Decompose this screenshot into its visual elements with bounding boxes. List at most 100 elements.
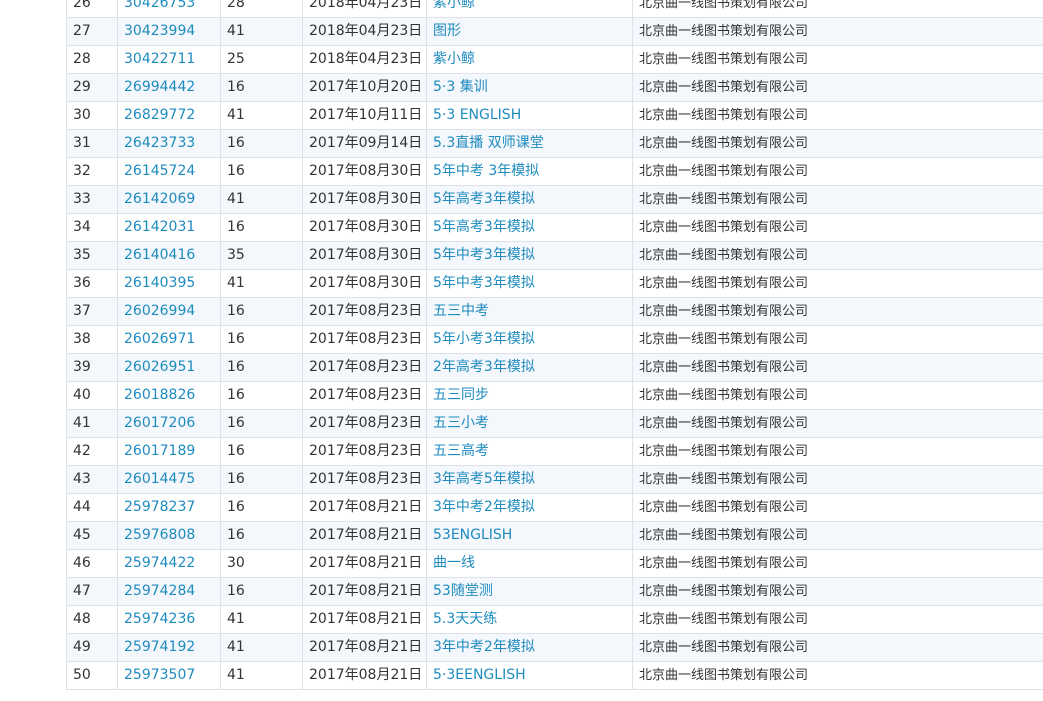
class-cell: 41 — [220, 185, 303, 214]
application-date-cell: 2018年04月23日 — [302, 17, 427, 46]
trademark-name-link[interactable]: 5年中考 3年模拟 — [433, 163, 539, 179]
trademark-name-link[interactable]: 53随堂测 — [433, 583, 493, 599]
registration-number-cell: 26994442 — [117, 73, 221, 102]
row-number: 39 — [66, 353, 118, 382]
registration-number-link[interactable]: 26026971 — [124, 331, 195, 347]
trademark-name-link[interactable]: 5.3天天练 — [433, 611, 497, 627]
registration-number-link[interactable]: 25973507 — [124, 667, 195, 683]
registration-number-link[interactable]: 26014475 — [124, 471, 195, 487]
trademark-name-link[interactable]: 图形 — [433, 23, 461, 39]
trademark-name-link[interactable]: 5年高考3年模拟 — [433, 191, 535, 207]
row-number: 47 — [66, 577, 118, 606]
row-number: 35 — [66, 241, 118, 270]
trademark-name-link[interactable]: 5年中考3年模拟 — [433, 247, 535, 263]
row-number: 46 — [66, 549, 118, 578]
registration-number-link[interactable]: 26145724 — [124, 163, 195, 179]
trademark-name-link[interactable]: 五三中考 — [433, 303, 489, 319]
table-row: 38 26026971 16 2017年08月23日 5年小考3年模拟 北京曲一… — [66, 325, 1043, 354]
registration-number-link[interactable]: 30426753 — [124, 0, 195, 11]
registration-number-link[interactable]: 26018826 — [124, 387, 195, 403]
registration-number-link[interactable]: 26017206 — [124, 415, 195, 431]
class-cell: 16 — [220, 325, 303, 354]
registration-number-link[interactable]: 26142069 — [124, 191, 195, 207]
table-row: 40 26018826 16 2017年08月23日 五三同步 北京曲一线图书策… — [66, 381, 1043, 410]
row-number: 43 — [66, 465, 118, 494]
trademark-name-link[interactable]: 53ENGLISH — [433, 527, 512, 543]
registration-number-cell: 25974236 — [117, 605, 221, 634]
trademark-name-link[interactable]: 五三高考 — [433, 443, 489, 459]
class-cell: 16 — [220, 437, 303, 466]
applicant-cell: 北京曲一线图书策划有限公司 — [632, 157, 1043, 186]
registration-number-cell: 25974284 — [117, 577, 221, 606]
trademark-name-link[interactable]: 曲一线 — [433, 555, 475, 571]
trademark-name-cell: 5年中考3年模拟 — [426, 269, 633, 298]
registration-number-link[interactable]: 26423733 — [124, 135, 195, 151]
trademark-name-cell: 5.3直播 双师课堂 — [426, 129, 633, 158]
table-row: 44 25978237 16 2017年08月21日 3年中考2年模拟 北京曲一… — [66, 493, 1043, 522]
trademark-name-link[interactable]: 5年小考3年模拟 — [433, 331, 535, 347]
trademark-name-link[interactable]: 5年高考3年模拟 — [433, 219, 535, 235]
row-number: 36 — [66, 269, 118, 298]
trademark-name-link[interactable]: 2年高考3年模拟 — [433, 359, 535, 375]
applicant-cell: 北京曲一线图书策划有限公司 — [632, 521, 1043, 550]
trademark-name-cell: 5·3EENGLISH — [426, 661, 633, 690]
trademark-name-link[interactable]: 5·3EENGLISH — [433, 667, 526, 683]
registration-number-cell: 26018826 — [117, 381, 221, 410]
trademark-name-link[interactable]: 3年中考2年模拟 — [433, 639, 535, 655]
trademark-name-link[interactable]: 5.3直播 双师课堂 — [433, 135, 544, 151]
registration-number-link[interactable]: 26994442 — [124, 79, 195, 95]
application-date-cell: 2018年04月23日 — [302, 45, 427, 74]
row-number: 38 — [66, 325, 118, 354]
registration-number-link[interactable]: 25974284 — [124, 583, 195, 599]
trademark-name-link[interactable]: 紫小鲸 — [433, 0, 475, 11]
class-cell: 16 — [220, 577, 303, 606]
applicant-cell: 北京曲一线图书策划有限公司 — [632, 409, 1043, 438]
trademark-name-link[interactable]: 五三小考 — [433, 415, 489, 431]
trademark-name-link[interactable]: 5年中考3年模拟 — [433, 275, 535, 291]
class-cell: 28 — [220, 0, 303, 18]
row-number: 48 — [66, 605, 118, 634]
application-date-cell: 2017年08月23日 — [302, 297, 427, 326]
application-date-cell: 2017年08月21日 — [302, 549, 427, 578]
trademark-name-link[interactable]: 五三同步 — [433, 387, 489, 403]
registration-number-link[interactable]: 26017189 — [124, 443, 195, 459]
table-row: 32 26145724 16 2017年08月30日 5年中考 3年模拟 北京曲… — [66, 157, 1043, 186]
application-date-cell: 2017年08月21日 — [302, 577, 427, 606]
registration-number-cell: 26017189 — [117, 437, 221, 466]
registration-number-link[interactable]: 26140395 — [124, 275, 195, 291]
registration-number-cell: 26142069 — [117, 185, 221, 214]
registration-number-cell: 26017206 — [117, 409, 221, 438]
table-row: 50 25973507 41 2017年08月21日 5·3EENGLISH 北… — [66, 661, 1043, 690]
class-cell: 16 — [220, 409, 303, 438]
registration-number-link[interactable]: 26140416 — [124, 247, 195, 263]
applicant-cell: 北京曲一线图书策划有限公司 — [632, 185, 1043, 214]
trademark-name-cell: 53随堂测 — [426, 577, 633, 606]
trademark-name-link[interactable]: 5·3 集训 — [433, 79, 488, 95]
registration-number-link[interactable]: 26026951 — [124, 359, 195, 375]
registration-number-link[interactable]: 25974192 — [124, 639, 195, 655]
trademark-name-link[interactable]: 3年中考2年模拟 — [433, 499, 535, 515]
row-number: 28 — [66, 45, 118, 74]
registration-number-link[interactable]: 26026994 — [124, 303, 195, 319]
registration-number-cell: 26142031 — [117, 213, 221, 242]
registration-number-link[interactable]: 26829772 — [124, 107, 195, 123]
trademark-name-link[interactable]: 5·3 ENGLISH — [433, 107, 521, 123]
registration-number-link[interactable]: 25974236 — [124, 611, 195, 627]
applicant-cell: 北京曲一线图书策划有限公司 — [632, 661, 1043, 690]
application-date-cell: 2017年09月14日 — [302, 129, 427, 158]
row-number: 30 — [66, 101, 118, 130]
trademark-table-body: 26 30426753 28 2018年04月23日 紫小鲸 北京曲一线图书策划… — [66, 0, 1043, 690]
class-cell: 16 — [220, 297, 303, 326]
registration-number-link[interactable]: 25976808 — [124, 527, 195, 543]
application-date-cell: 2017年08月23日 — [302, 409, 427, 438]
trademark-name-link[interactable]: 紫小鲸 — [433, 51, 475, 67]
applicant-cell: 北京曲一线图书策划有限公司 — [632, 17, 1043, 46]
registration-number-link[interactable]: 26142031 — [124, 219, 195, 235]
registration-number-link[interactable]: 30423994 — [124, 23, 195, 39]
registration-number-link[interactable]: 25978237 — [124, 499, 195, 515]
trademark-name-link[interactable]: 3年高考5年模拟 — [433, 471, 535, 487]
class-cell: 41 — [220, 605, 303, 634]
table-row: 49 25974192 41 2017年08月21日 3年中考2年模拟 北京曲一… — [66, 633, 1043, 662]
registration-number-link[interactable]: 25974422 — [124, 555, 195, 571]
registration-number-link[interactable]: 30422711 — [124, 51, 195, 67]
